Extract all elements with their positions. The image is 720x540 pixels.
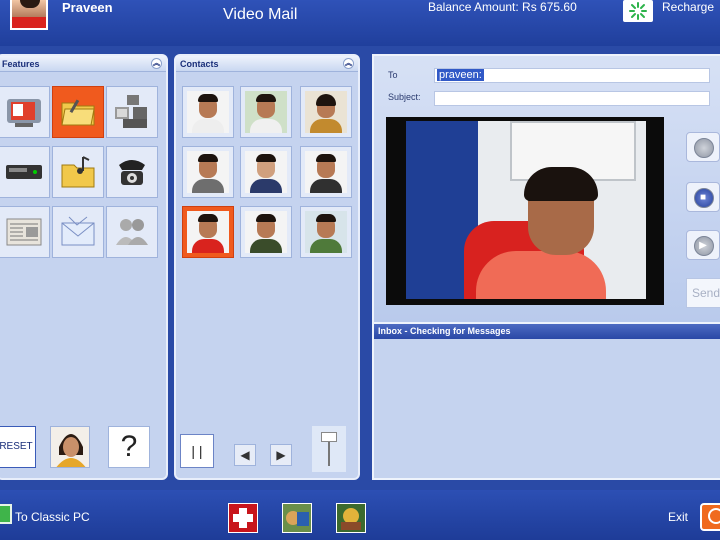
exit-power-icon[interactable] (700, 503, 720, 531)
recharge-icon[interactable] (623, 0, 653, 22)
exit-label[interactable]: Exit (668, 510, 688, 524)
contact-tile-selected[interactable] (182, 206, 234, 258)
contact-photo (305, 151, 347, 193)
compose-panel: To praveen: Subject: ■ ▶ Send (372, 54, 720, 324)
feature-vcr-button[interactable] (0, 146, 50, 198)
inbox-panel: Inbox - Checking for Messages (372, 324, 720, 480)
folder-icon (61, 99, 95, 126)
contact-tile[interactable] (240, 86, 292, 138)
support-agent-icon (51, 427, 89, 467)
contact-photo (305, 211, 347, 253)
prev-page-button[interactable]: ◀ (234, 444, 256, 466)
media-gallery-icon (115, 95, 147, 128)
newspaper-icon (6, 218, 42, 246)
contact-tile[interactable] (240, 146, 292, 198)
to-classic-pc-button[interactable]: To Classic PC (15, 510, 90, 524)
record-button[interactable]: ■ (686, 182, 720, 212)
feature-folder-button[interactable] (52, 86, 104, 138)
contact-photo (245, 211, 287, 253)
to-value: praveen: (437, 69, 484, 81)
vcr-icon (6, 165, 42, 179)
contacts-panel: Contacts ︽ (174, 54, 360, 480)
contact-tile[interactable] (300, 206, 352, 258)
games-quick-button[interactable] (336, 503, 366, 533)
contact-photo (187, 211, 229, 253)
feature-newspaper-button[interactable] (0, 206, 50, 258)
contact-photo (187, 151, 229, 193)
mail-icon (61, 216, 95, 246)
recharge-button[interactable]: Recharge (662, 0, 714, 14)
inbox-status: Inbox - Checking for Messages (374, 324, 720, 339)
support-agent-button[interactable] (50, 426, 90, 468)
contact-photo (187, 91, 229, 133)
volume-knob[interactable] (321, 432, 337, 442)
play-button[interactable]: ▶ (686, 230, 720, 260)
user-name: Praveen (62, 0, 113, 15)
volume-slider[interactable] (312, 426, 346, 472)
feature-users-button[interactable] (106, 206, 158, 258)
features-header: Features ︽ (0, 56, 166, 72)
to-field[interactable]: praveen: (434, 68, 710, 83)
music-folder-icon (61, 156, 95, 188)
contact-tile[interactable] (182, 146, 234, 198)
shopping-icon (283, 504, 311, 532)
pause-button[interactable]: | | (180, 434, 214, 468)
contact-tile[interactable] (182, 86, 234, 138)
balance-amount: Balance Amount: Rs 675.60 (428, 0, 577, 14)
contacts-title: Contacts (180, 59, 219, 69)
to-label: To (388, 70, 398, 80)
user-avatar[interactable] (10, 0, 48, 30)
reset-button[interactable]: RESET (0, 426, 36, 468)
collapse-features-icon[interactable]: ︽ (151, 58, 162, 69)
bottom-bar: To Classic PC Exit (0, 490, 720, 540)
stop-icon (694, 138, 714, 158)
next-page-button[interactable]: ▶ (270, 444, 292, 466)
contact-tile[interactable] (300, 86, 352, 138)
subject-label: Subject: (388, 92, 421, 102)
subject-field[interactable] (434, 91, 710, 106)
medical-cross-icon (229, 504, 257, 532)
feature-telephone-button[interactable] (106, 146, 158, 198)
contact-photo (245, 151, 287, 193)
contact-tile[interactable] (300, 146, 352, 198)
feature-media-button[interactable] (106, 86, 158, 138)
games-icon (337, 504, 365, 532)
health-quick-button[interactable] (228, 503, 258, 533)
classic-pc-icon[interactable] (0, 504, 12, 524)
contact-tile[interactable] (240, 206, 292, 258)
shopping-quick-button[interactable] (282, 503, 312, 533)
stop-button[interactable] (686, 132, 720, 162)
tv-icon (7, 99, 41, 127)
webcam-feed (406, 121, 646, 299)
top-bar: Praveen Video Mail Balance Amount: Rs 67… (0, 0, 720, 46)
users-icon (116, 219, 148, 245)
feature-tv-button[interactable] (0, 86, 50, 138)
video-preview (386, 117, 664, 305)
app-title: Video Mail (223, 6, 298, 23)
telephone-icon (119, 160, 145, 185)
collapse-contacts-icon[interactable]: ︽ (343, 58, 354, 69)
feature-mail-button[interactable] (52, 206, 104, 258)
send-button[interactable]: Send (686, 278, 720, 308)
help-button[interactable]: ? (108, 426, 150, 468)
features-panel: Features ︽ (0, 54, 168, 480)
contacts-header: Contacts ︽ (176, 56, 358, 72)
feature-music-folder-button[interactable] (52, 146, 104, 198)
contact-photo (245, 91, 287, 133)
features-title: Features (2, 59, 40, 69)
contact-photo (305, 91, 347, 133)
